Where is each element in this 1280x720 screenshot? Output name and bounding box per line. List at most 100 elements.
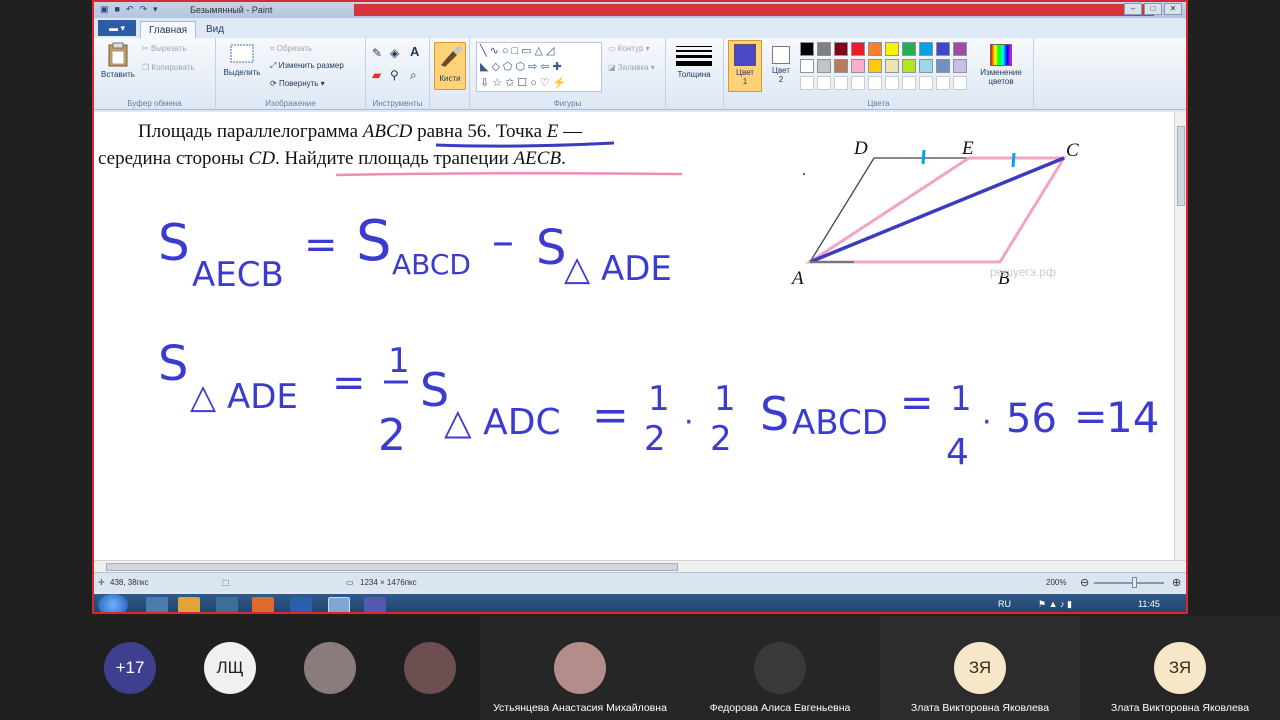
- palette-swatch[interactable]: [868, 59, 882, 73]
- drawing-canvas[interactable]: Площадь параллелограмма ABCD равна 56. Т…: [94, 112, 1176, 560]
- vertical-scroll-thumb[interactable]: [1177, 126, 1185, 206]
- avatar: [304, 642, 356, 694]
- participant-tile[interactable]: Федорова Алиса Евгеньевна: [680, 616, 880, 720]
- palette-custom-slot[interactable]: [834, 76, 848, 90]
- paste-label: Вставить: [101, 70, 135, 79]
- palette-swatch[interactable]: [800, 42, 814, 56]
- close-button[interactable]: ✕: [1164, 3, 1182, 15]
- zoom-out-button[interactable]: ⊖: [1080, 576, 1089, 589]
- start-button[interactable]: [98, 594, 128, 612]
- maximize-button[interactable]: □: [1144, 3, 1162, 15]
- select-label: Выделить: [223, 68, 261, 77]
- palette-custom-slot[interactable]: [800, 76, 814, 90]
- palette-swatch[interactable]: [936, 59, 950, 73]
- brushes-button[interactable]: Кисти: [434, 42, 466, 90]
- palette-swatch[interactable]: [885, 42, 899, 56]
- stray-dot: [803, 173, 805, 175]
- participant-tile[interactable]: ЗЯ Злата Викторовна Яковлева: [1080, 616, 1280, 720]
- f2-eq2: =: [592, 390, 629, 441]
- app-icon[interactable]: ▣: [100, 4, 109, 15]
- zoom-in-button[interactable]: ⊕: [1172, 576, 1181, 589]
- paste-button[interactable]: Вставить: [98, 42, 138, 79]
- avatar: ЗЯ: [1154, 642, 1206, 694]
- palette-swatch[interactable]: [902, 59, 916, 73]
- eraser-icon[interactable]: ▰: [372, 68, 381, 82]
- f1-sub-ade: △ ADE: [564, 249, 672, 289]
- palette-swatch[interactable]: [936, 42, 950, 56]
- shapes-gallery[interactable]: ╲∿○□▭△◿ ◣◇⬠⬡⇨⇦✚ ⇩☆✩☐○♡⚡: [476, 42, 602, 92]
- select-button[interactable]: Выделить: [220, 42, 264, 77]
- cut-button[interactable]: ✂ Вырезать: [142, 44, 187, 53]
- horizontal-scroll-thumb[interactable]: [106, 563, 678, 571]
- taskbar-teams-icon[interactable]: [364, 597, 386, 612]
- rotate-button[interactable]: ⟳ Повернуть ▾: [270, 79, 325, 88]
- palette-swatch[interactable]: [919, 59, 933, 73]
- file-menu-button[interactable]: ▬ ▾: [98, 20, 136, 36]
- outline-button[interactable]: ▭ Контур ▾: [608, 44, 650, 53]
- avatar: [404, 642, 456, 694]
- palette-swatch[interactable]: [851, 42, 865, 56]
- palette-swatch[interactable]: [953, 42, 967, 56]
- tab-home[interactable]: Главная: [140, 21, 197, 38]
- f2-value: 56: [1006, 396, 1057, 442]
- pencil-icon[interactable]: ✎: [372, 46, 382, 60]
- palette-swatch[interactable]: [868, 42, 882, 56]
- palette-swatch[interactable]: [817, 59, 831, 73]
- palette-swatch[interactable]: [919, 42, 933, 56]
- palette-custom-slot[interactable]: [885, 76, 899, 90]
- resize-button[interactable]: ⤢ Изменить размер: [270, 61, 344, 71]
- image-size: 1234 × 1476пкс: [360, 578, 417, 587]
- tray-icons[interactable]: ⚑ ▲ ♪ ▮: [1038, 599, 1072, 610]
- crop-button[interactable]: ⌗ Обрезать: [270, 44, 312, 54]
- clock[interactable]: 11:45: [1138, 599, 1160, 609]
- color2-button[interactable]: Цвет 2: [766, 40, 796, 92]
- palette-swatch[interactable]: [817, 42, 831, 56]
- dropdown-icon[interactable]: ▾: [153, 4, 158, 15]
- taskbar-firefox-icon[interactable]: [252, 597, 274, 612]
- palette-swatch[interactable]: [834, 59, 848, 73]
- taskbar-network-icon[interactable]: [216, 597, 238, 612]
- palette-swatch[interactable]: [800, 59, 814, 73]
- participant-tile[interactable]: ЗЯ Злата Викторовна Яковлева: [880, 616, 1080, 720]
- palette-swatch[interactable]: [902, 42, 916, 56]
- minimize-button[interactable]: –: [1124, 3, 1142, 15]
- fill-button[interactable]: ◪ Заливка ▾: [608, 63, 655, 72]
- taskbar-word-icon[interactable]: [290, 597, 312, 612]
- palette-custom-slot[interactable]: [817, 76, 831, 90]
- magnifier-icon[interactable]: ⌕: [410, 68, 417, 83]
- taskbar-explorer-icon[interactable]: [146, 597, 168, 612]
- save-icon[interactable]: ■: [115, 4, 120, 15]
- palette-custom-slot[interactable]: [953, 76, 967, 90]
- color1-button[interactable]: Цвет 1: [728, 40, 762, 92]
- palette-swatch[interactable]: [834, 42, 848, 56]
- formula-2: S △ ADE = 1 2 S △ ADC = 1 2 · 1 2 S ABCD: [158, 336, 1159, 473]
- palette-custom-slot[interactable]: [902, 76, 916, 90]
- language-indicator[interactable]: RU: [998, 599, 1011, 609]
- taskbar-media-icon[interactable]: [178, 597, 200, 612]
- horizontal-scrollbar[interactable]: [94, 560, 1186, 572]
- palette-custom-slot[interactable]: [919, 76, 933, 90]
- vertical-scrollbar[interactable]: [1174, 112, 1186, 560]
- palette-custom-slot[interactable]: [936, 76, 950, 90]
- palette-swatch[interactable]: [885, 59, 899, 73]
- color-picker-icon[interactable]: ⚲: [390, 68, 399, 82]
- tab-view[interactable]: Вид: [198, 21, 232, 38]
- fill-icon[interactable]: ◈: [390, 46, 399, 60]
- undo-icon[interactable]: ↶: [126, 4, 134, 15]
- zoom-slider[interactable]: [1094, 582, 1164, 584]
- palette-custom-slot[interactable]: [868, 76, 882, 90]
- participant-tile[interactable]: Устьянцева Анастасия Михайловна: [480, 616, 680, 720]
- window-controls: – □ ✕: [1124, 3, 1182, 15]
- size-button[interactable]: Толщина: [676, 46, 712, 79]
- palette-swatch[interactable]: [851, 59, 865, 73]
- palette-swatch[interactable]: [953, 59, 967, 73]
- shapes-group: ╲∿○□▭△◿ ◣◇⬠⬡⇨⇦✚ ⇩☆✩☐○♡⚡ ▭ Контур ▾ ◪ Зал…: [470, 38, 666, 110]
- redo-icon[interactable]: ↷: [140, 4, 148, 15]
- zoom-slider-knob[interactable]: [1132, 577, 1137, 588]
- copy-button[interactable]: ❐ Копировать: [142, 63, 194, 72]
- f2-dot2: ·: [982, 405, 992, 440]
- text-tool-icon[interactable]: A: [410, 44, 419, 59]
- edit-colors-button[interactable]: Изменение цветов: [974, 40, 1028, 92]
- palette-custom-slot[interactable]: [851, 76, 865, 90]
- taskbar-paint-icon[interactable]: [328, 597, 350, 612]
